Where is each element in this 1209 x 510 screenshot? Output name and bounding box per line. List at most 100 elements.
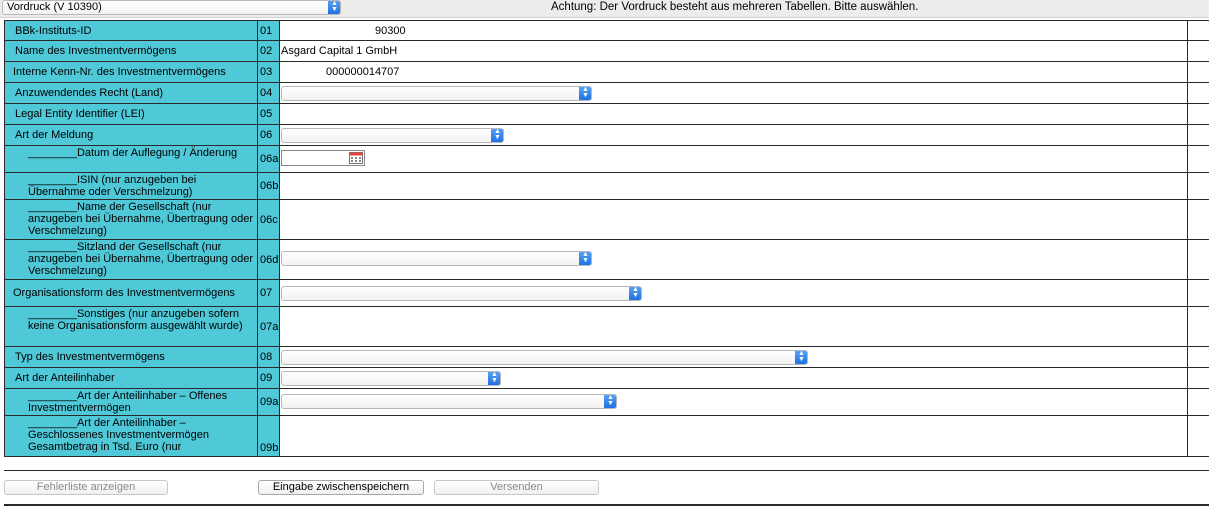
row-end-cell xyxy=(1187,83,1209,103)
row-end-cell xyxy=(1187,41,1209,61)
row-end-cell xyxy=(1187,200,1209,239)
multi-table-warning: Achtung: Der Vordruck besteht aus mehrer… xyxy=(551,1,919,13)
row-value-cell: ▲ ▼ xyxy=(280,280,1187,306)
row-label: Interne Kenn-Nr. des Investmentvermögens xyxy=(4,62,258,82)
form-row-06a: ________Datum der Auflegung / Änderung 0… xyxy=(4,146,1209,173)
field-company-name[interactable] xyxy=(280,200,1187,239)
updown-chevron-icon: ▲ ▼ xyxy=(604,395,616,408)
calendar-icon[interactable] xyxy=(348,151,364,165)
updown-chevron-icon: ▲ ▼ xyxy=(795,351,807,364)
row-number: 03 xyxy=(258,62,280,82)
row-label: Art der Meldung xyxy=(4,125,258,145)
company-country-select[interactable]: ▲ ▼ xyxy=(281,251,592,266)
form-version-select[interactable]: Vordruck (V 10390) ▲ ▼ xyxy=(2,0,341,15)
field-other-form[interactable] xyxy=(280,307,1187,346)
save-draft-button[interactable]: Eingabe zwischenspeichern xyxy=(258,480,424,495)
form-row-01: BBk-Instituts-ID 01 90300 xyxy=(4,20,1209,41)
row-number: 06b xyxy=(258,173,280,199)
form-row-06: Art der Meldung 06 ▲ ▼ xyxy=(4,125,1209,146)
row-end-cell xyxy=(1187,104,1209,124)
row-label: Art der Anteilinhaber xyxy=(4,368,258,388)
form-row-09b: ________Art der Anteilinhaber – Geschlos… xyxy=(4,416,1209,457)
row-label: ________Sonstiges (nur anzugeben sofern … xyxy=(4,307,258,346)
organisation-form-select[interactable]: ▲ ▼ xyxy=(281,286,642,301)
row-number: 06 xyxy=(258,125,280,145)
form-row-06d: ________Sitzland der Gesellschaft (nur a… xyxy=(4,240,1209,280)
row-label: ________Art der Anteilinhaber – Geschlos… xyxy=(4,416,258,456)
row-end-cell xyxy=(1187,62,1209,82)
row-end-cell xyxy=(1187,280,1209,306)
row-number: 05 xyxy=(258,104,280,124)
field-lei[interactable] xyxy=(280,104,1187,124)
row-number: 06c xyxy=(258,200,280,239)
open-fund-shareholder-select[interactable]: ▲ ▼ xyxy=(281,394,617,409)
row-label: ________Name der Gesellschaft (nur anzug… xyxy=(4,200,258,239)
footer-bottom-border xyxy=(4,504,1209,506)
send-button[interactable]: Versenden xyxy=(434,480,599,495)
form-row-07: Organisationsform des Investmentvermögen… xyxy=(4,280,1209,307)
form-row-06b: ________ISIN (nur anzugeben bei Übernahm… xyxy=(4,173,1209,200)
field-bbk-id[interactable]: 90300 xyxy=(280,21,1187,40)
field-value: 000000014707 xyxy=(326,66,400,78)
row-end-cell xyxy=(1187,146,1209,172)
row-number: 09b xyxy=(258,416,280,456)
row-number: 08 xyxy=(258,347,280,367)
launch-date-input[interactable] xyxy=(281,150,365,166)
row-value-cell xyxy=(280,146,1187,172)
form-row-05: Legal Entity Identifier (LEI) 05 xyxy=(4,104,1209,125)
field-isin[interactable] xyxy=(280,173,1187,199)
row-label: Legal Entity Identifier (LEI) xyxy=(4,104,258,124)
row-end-cell xyxy=(1187,368,1209,388)
row-label: BBk-Instituts-ID xyxy=(4,21,258,40)
row-label: ________ISIN (nur anzugeben bei Übernahm… xyxy=(4,173,258,199)
row-end-cell xyxy=(1187,125,1209,145)
row-label: Typ des Investmentvermögens xyxy=(4,347,258,367)
row-end-cell xyxy=(1187,21,1209,40)
row-end-cell xyxy=(1187,416,1209,456)
footer-divider xyxy=(4,470,1209,471)
fund-type-select[interactable]: ▲ ▼ xyxy=(281,350,808,365)
row-number: 09a xyxy=(258,389,280,415)
updown-chevron-icon: ▲ ▼ xyxy=(488,372,500,385)
row-number: 06d xyxy=(258,240,280,279)
field-internal-id[interactable]: 000000014707 xyxy=(280,62,1187,82)
field-closed-fund-amount[interactable] xyxy=(280,416,1187,456)
row-label: ________Art der Anteilinhaber – Offenes … xyxy=(4,389,258,415)
field-fund-name[interactable]: Asgard Capital 1 GmbH xyxy=(280,41,1187,61)
updown-chevron-icon: ▲ ▼ xyxy=(579,87,591,100)
row-number: 02 xyxy=(258,41,280,61)
row-value-cell: ▲ ▼ xyxy=(280,125,1187,145)
form-row-04: Anzuwendendes Recht (Land) 04 ▲ ▼ xyxy=(4,83,1209,104)
row-number: 07a xyxy=(258,307,280,346)
form-row-03: Interne Kenn-Nr. des Investmentvermögens… xyxy=(4,62,1209,83)
applicable-law-select[interactable]: ▲ ▼ xyxy=(281,86,592,101)
row-label: Organisationsform des Investmentvermögen… xyxy=(4,280,258,306)
row-end-cell xyxy=(1187,389,1209,415)
form-row-06c: ________Name der Gesellschaft (nur anzug… xyxy=(4,200,1209,240)
updown-chevron-icon: ▲ ▼ xyxy=(328,1,340,14)
row-end-cell xyxy=(1187,347,1209,367)
row-end-cell xyxy=(1187,307,1209,346)
row-label: ________Datum der Auflegung / Änderung xyxy=(4,146,258,172)
row-value-cell: ▲ ▼ xyxy=(280,240,1187,279)
row-value-cell: ▲ ▼ xyxy=(280,347,1187,367)
row-number: 04 xyxy=(258,83,280,103)
row-number: 01 xyxy=(258,21,280,40)
row-end-cell xyxy=(1187,173,1209,199)
form-row-09a: ________Art der Anteilinhaber – Offenes … xyxy=(4,389,1209,416)
show-errors-button[interactable]: Fehlerliste anzeigen xyxy=(4,480,168,495)
updown-chevron-icon: ▲ ▼ xyxy=(579,252,591,265)
row-number: 07 xyxy=(258,280,280,306)
row-end-cell xyxy=(1187,240,1209,279)
form-row-09: Art der Anteilinhaber 09 ▲ ▼ xyxy=(4,368,1209,389)
shareholder-type-select[interactable]: ▲ ▼ xyxy=(281,371,501,386)
row-value-cell: ▲ ▼ xyxy=(280,368,1187,388)
row-label: Name des Investmentvermögens xyxy=(4,41,258,61)
row-number: 09 xyxy=(258,368,280,388)
row-value-cell: ▲ ▼ xyxy=(280,389,1187,415)
form-version-value: Vordruck (V 10390) xyxy=(7,1,102,13)
updown-chevron-icon: ▲ ▼ xyxy=(629,287,641,300)
report-type-select[interactable]: ▲ ▼ xyxy=(281,128,504,143)
form-row-07a: ________Sonstiges (nur anzugeben sofern … xyxy=(4,307,1209,347)
form-row-02: Name des Investmentvermögens 02 Asgard C… xyxy=(4,41,1209,62)
